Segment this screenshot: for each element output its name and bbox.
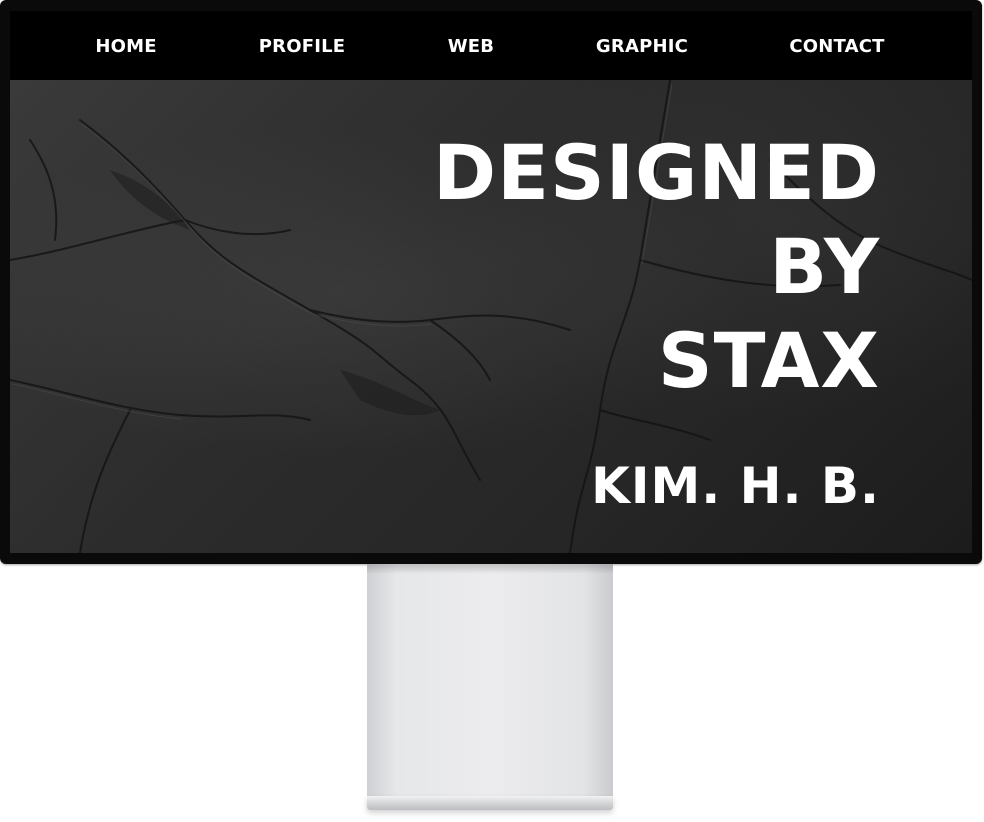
monitor-stand-base (367, 796, 613, 810)
hero-author-name: KIM. H. B. (591, 457, 880, 515)
hero-title-line: BY (769, 222, 880, 311)
hero-title: DESIGNED BY STAX (433, 126, 880, 408)
nav-web-link[interactable]: WEB (448, 11, 494, 80)
nav-home-link[interactable]: HOME (95, 11, 156, 80)
hero-title-line: STAX (657, 316, 880, 405)
nav-contact-link[interactable]: CONTACT (789, 11, 884, 80)
hero-section: DESIGNED BY STAX KIM. H. B. (10, 80, 972, 553)
nav-graphic-link[interactable]: GRAPHIC (596, 11, 688, 80)
monitor-screen: HOME PROFILE WEB GRAPHIC CONTACT DESIGNE… (10, 11, 972, 553)
monitor-stand (367, 564, 613, 796)
monitor-frame: HOME PROFILE WEB GRAPHIC CONTACT DESIGNE… (0, 0, 982, 564)
top-navigation: HOME PROFILE WEB GRAPHIC CONTACT (10, 11, 972, 80)
hero-title-line: DESIGNED (432, 128, 880, 217)
nav-profile-link[interactable]: PROFILE (259, 11, 346, 80)
